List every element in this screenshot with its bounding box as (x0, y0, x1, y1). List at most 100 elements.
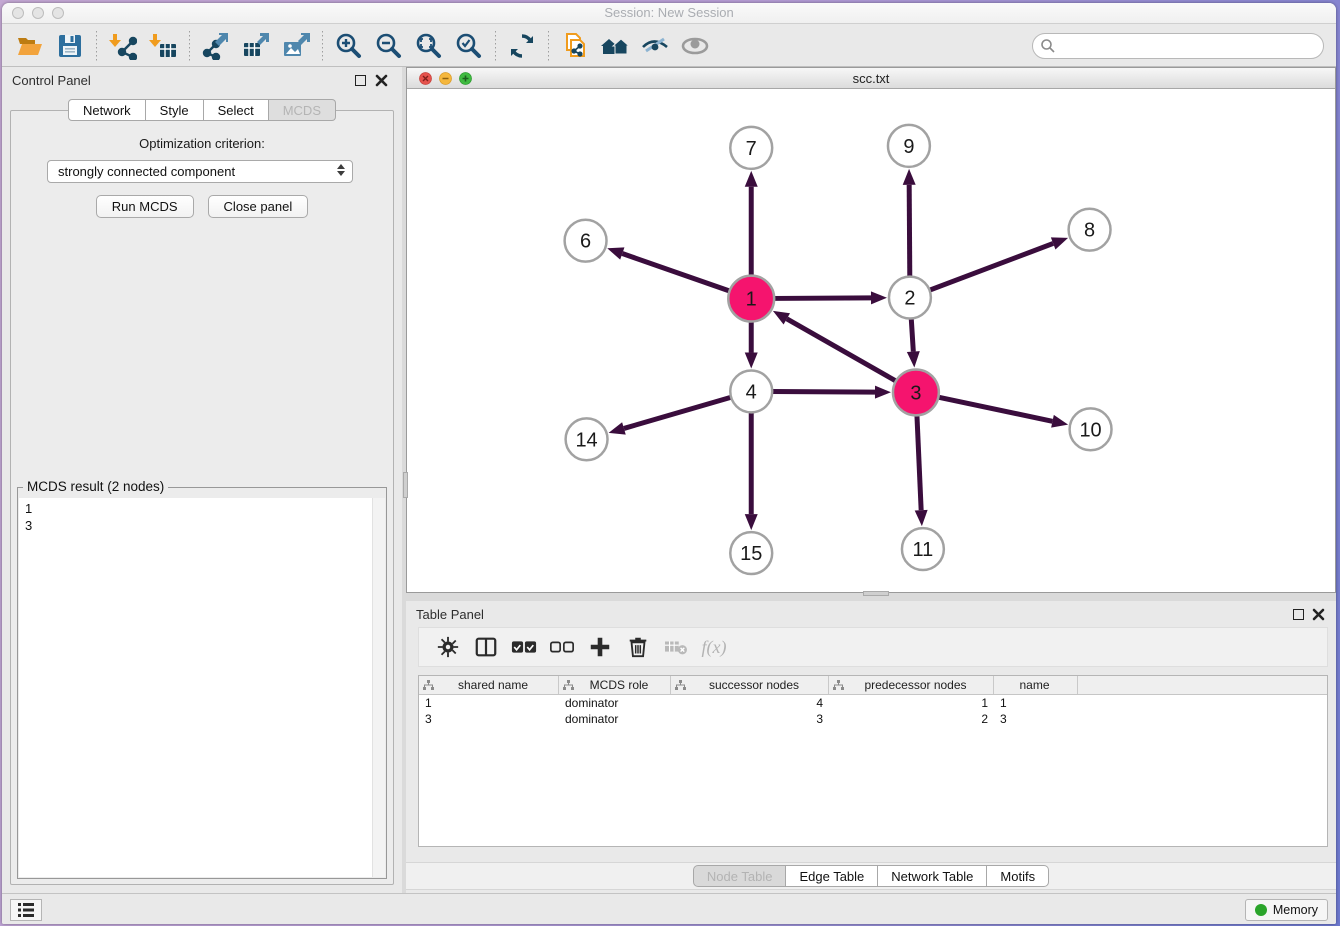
zoom-in-button[interactable] (329, 29, 369, 63)
close-table-panel-icon[interactable] (1312, 608, 1325, 621)
hide-selected-button[interactable] (635, 29, 675, 63)
tab-select[interactable]: Select (204, 99, 269, 121)
table-row[interactable]: 1dominator411 (419, 695, 1327, 711)
tab-network-table[interactable]: Network Table (878, 865, 987, 887)
network-canvas-svg[interactable]: 7 9 6 8 1 2 4 3 14 10 15 11 (407, 89, 1335, 592)
close-panel-icon[interactable] (375, 74, 388, 87)
mcds-result-groupbox: MCDS result (2 nodes) 1 3 (17, 487, 387, 879)
graph-edge-2-8[interactable] (930, 237, 1069, 290)
toggle-panes-button[interactable] (467, 631, 505, 663)
horizontal-splitter-handle[interactable] (863, 591, 889, 596)
svg-text:3: 3 (910, 382, 921, 404)
delete-table-button[interactable] (657, 631, 695, 663)
open-file-button[interactable] (10, 29, 50, 63)
memory-button[interactable]: Memory (1245, 899, 1328, 921)
float-table-panel-icon[interactable] (1293, 609, 1304, 620)
float-panel-icon[interactable] (355, 75, 366, 86)
run-mcds-button[interactable]: Run MCDS (96, 195, 194, 218)
tab-style[interactable]: Style (146, 99, 204, 121)
mcds-tab-content: Optimization criterion: strongly connect… (10, 110, 394, 885)
close-panel-button[interactable]: Close panel (208, 195, 309, 218)
import-table-button[interactable] (143, 29, 183, 63)
graph-node-14[interactable]: 14 (566, 418, 608, 460)
graph-node-2[interactable]: 2 (889, 277, 931, 319)
apply-layout-button[interactable] (502, 29, 542, 63)
deselect-all-columns-button[interactable] (543, 631, 581, 663)
graph-edge-2-9[interactable] (903, 169, 916, 277)
graph-edge-3-10[interactable] (938, 397, 1068, 427)
delete-column-button[interactable] (619, 631, 657, 663)
cell-name[interactable]: 3 (994, 711, 1078, 727)
graph-node-6[interactable]: 6 (565, 220, 607, 262)
graph-node-11[interactable]: 11 (902, 528, 944, 570)
task-history-button[interactable] (10, 899, 42, 921)
table-row[interactable]: 3dominator323 (419, 711, 1327, 727)
graph-node-3[interactable]: 3 (893, 369, 939, 415)
select-all-columns-button[interactable] (505, 631, 543, 663)
save-session-button[interactable] (50, 29, 90, 63)
graph-node-4[interactable]: 4 (730, 370, 772, 412)
cell-predecessor-nodes[interactable]: 2 (829, 711, 994, 727)
tab-node-table[interactable]: Node Table (693, 865, 787, 887)
export-table-button[interactable] (236, 29, 276, 63)
column-header-predecessor-nodes[interactable]: predecessor nodes (829, 676, 994, 694)
column-header-successor-nodes[interactable]: successor nodes (671, 676, 829, 694)
save-session-icon (57, 33, 83, 59)
export-image-icon (282, 32, 310, 60)
graph-edge-4-15[interactable] (745, 412, 758, 530)
vertical-splitter-handle[interactable] (403, 472, 408, 498)
cell-mcds-role[interactable]: dominator (559, 695, 671, 711)
graph-node-9[interactable]: 9 (888, 125, 930, 167)
column-header-name[interactable]: name (994, 676, 1078, 694)
graph-edge-1-7[interactable] (745, 171, 758, 276)
graph-node-1[interactable]: 1 (728, 276, 774, 322)
cell-shared-name[interactable]: 3 (419, 711, 559, 727)
network-home-button[interactable] (595, 29, 635, 63)
graph-node-7[interactable]: 7 (730, 127, 772, 169)
svg-text:2: 2 (904, 288, 915, 310)
graph-edge-1-2[interactable] (774, 291, 887, 304)
graph-edge-3-1[interactable] (773, 311, 896, 381)
graph-edge-2-3[interactable] (907, 319, 920, 368)
network-frame: scc.txt 7 9 6 8 1 2 4 3 14 10 15 11 (406, 67, 1336, 593)
cell-shared-name[interactable]: 1 (419, 695, 559, 711)
zoom-fit-button[interactable] (409, 29, 449, 63)
graph-edge-1-6[interactable] (607, 247, 729, 291)
cell-successor-nodes[interactable]: 3 (671, 711, 829, 727)
cell-name[interactable]: 1 (994, 695, 1078, 711)
add-column-button[interactable] (581, 631, 619, 663)
optimization-criterion-select[interactable]: strongly connected component (47, 160, 353, 183)
table-settings-button[interactable] (429, 631, 467, 663)
cell-predecessor-nodes[interactable]: 1 (829, 695, 994, 711)
cell-successor-nodes[interactable]: 4 (671, 695, 829, 711)
cell-mcds-role[interactable]: dominator (559, 711, 671, 727)
tab-network[interactable]: Network (68, 99, 146, 121)
graph-node-15[interactable]: 15 (730, 532, 772, 574)
network-canvas[interactable]: 7 9 6 8 1 2 4 3 14 10 15 11 (407, 89, 1335, 592)
tab-motifs[interactable]: Motifs (987, 865, 1049, 887)
zoom-selected-button[interactable] (449, 29, 489, 63)
tab-mcds[interactable]: MCDS (269, 99, 336, 121)
result-scrollbar[interactable] (372, 498, 385, 877)
graph-edge-4-14[interactable] (609, 397, 732, 434)
graph-node-8[interactable]: 8 (1069, 209, 1111, 251)
graph-edge-3-11[interactable] (915, 415, 928, 526)
duplicate-network-button[interactable] (555, 29, 595, 63)
export-network-button[interactable] (196, 29, 236, 63)
zoom-out-button[interactable] (369, 29, 409, 63)
import-network-button[interactable] (103, 29, 143, 63)
tab-edge-table[interactable]: Edge Table (786, 865, 878, 887)
graph-node-10[interactable]: 10 (1070, 408, 1112, 450)
show-all-button[interactable] (675, 29, 715, 63)
function-builder-button[interactable]: f(x) (695, 631, 733, 663)
column-header-mcds-role[interactable]: MCDS role (559, 676, 671, 694)
column-header-shared-name[interactable]: shared name (419, 676, 559, 694)
search-input[interactable] (1032, 33, 1324, 59)
graph-edge-1-4[interactable] (745, 322, 758, 369)
zoom-in-icon (334, 31, 364, 61)
network-frame-titlebar[interactable]: scc.txt (407, 68, 1335, 89)
select-all-checkboxes-icon (511, 637, 537, 657)
table-header-row: shared nameMCDS rolesuccessor nodesprede… (419, 676, 1327, 695)
export-image-button[interactable] (276, 29, 316, 63)
graph-edge-4-3[interactable] (772, 386, 891, 399)
